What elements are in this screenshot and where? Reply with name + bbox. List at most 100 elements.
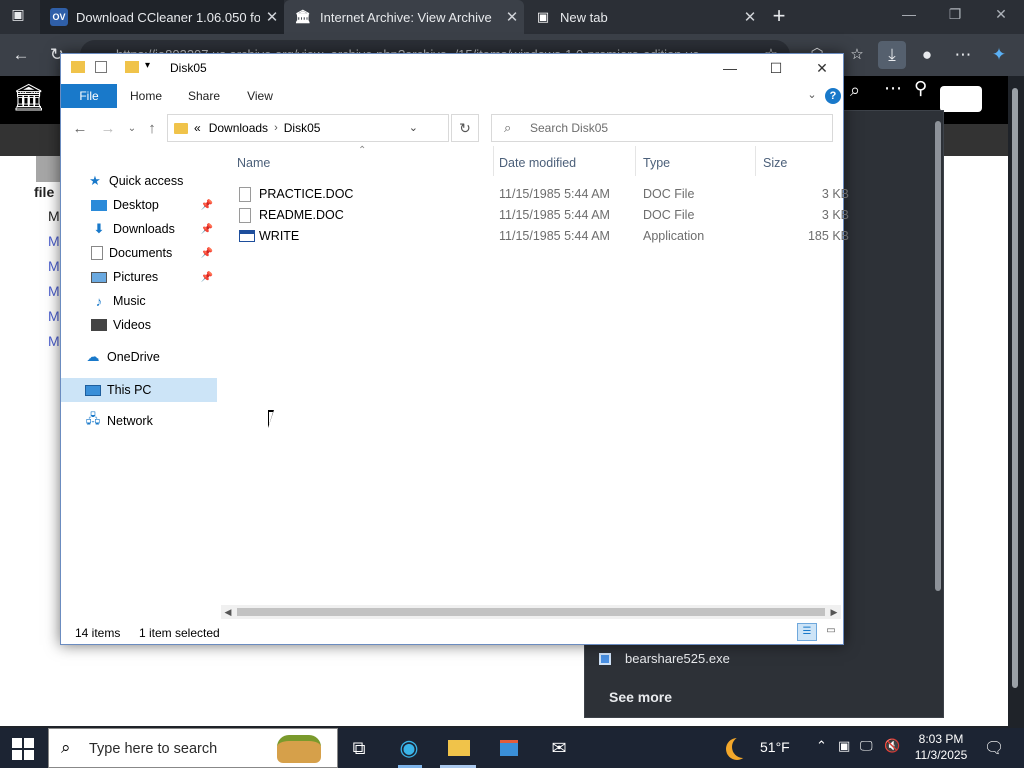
flyout-scrollbar[interactable] [935,121,941,591]
new-tab-button[interactable]: + [766,4,792,30]
column-divider[interactable] [635,146,636,176]
download-item[interactable]: bearshare525.exe [599,651,730,666]
tab-home[interactable]: Home [121,84,171,108]
meet-now-icon[interactable]: ▣ [838,738,850,754]
tab-actions-icon[interactable]: ▣ [6,6,30,28]
help-icon[interactable]: ? [825,88,841,104]
edge-browser-icon[interactable]: ◉ [394,734,424,762]
close-window-icon[interactable]: ✕ [986,6,1016,28]
mail-icon[interactable]: ✉ [544,734,574,762]
notifications-icon[interactable]: 🗨 [984,738,1004,758]
file-row[interactable]: README.DOC 11/15/1985 5:44 AM DOC File 3… [235,205,849,226]
up-icon[interactable]: ↑ [141,118,163,140]
horizontal-scrollbar[interactable]: ◀ ▶ [221,605,841,619]
tab-file[interactable]: File [61,84,117,108]
large-icons-view-icon[interactable]: ▭ [821,623,841,641]
tab-internet-archive[interactable]: 🏛 Internet Archive: View Archive ✕ [284,0,524,34]
chevron-down-icon[interactable]: ⌄ [409,121,418,134]
search-icon[interactable]: ⌕ [850,80,860,101]
file-link[interactable]: M [48,233,60,249]
ia-search-field[interactable] [940,86,982,112]
tab-new-tab[interactable]: ▣ New tab ✕ [524,0,762,34]
nav-network[interactable]: 🖧 Network [61,410,217,432]
favorites-icon[interactable]: ☆ [844,43,870,67]
weather-widget[interactable]: 51°F [732,736,790,758]
tab-ccleaner[interactable]: OV Download CCleaner 1.06.050 for W ✕ [40,0,284,34]
start-windows-icon[interactable] [12,738,34,760]
column-header-size[interactable]: Size [763,156,787,170]
more-icon[interactable]: ⋯ [884,78,902,99]
archive-logo-icon[interactable]: 🏛 [12,82,45,118]
file-row[interactable]: PRACTICE.DOC 11/15/1985 5:44 AM DOC File… [235,184,849,205]
scroll-left-icon[interactable]: ◀ [221,605,235,619]
details-view-icon[interactable]: ☰ [797,623,817,641]
file-link[interactable]: M [48,283,60,299]
breadcrumb-downloads[interactable]: Downloads [209,121,268,135]
scrollbar-thumb[interactable] [237,608,825,616]
volume-muted-icon[interactable]: 🔇 [884,738,900,754]
show-hidden-icons-icon[interactable]: ⌃ [816,738,827,754]
maximize-icon[interactable]: ☐ [759,58,793,78]
forward-icon[interactable]: → [97,118,119,140]
column-divider[interactable] [493,146,494,176]
nav-pictures[interactable]: Pictures 📌 [61,266,217,288]
column-header-name[interactable]: Name [237,156,270,170]
minimize-icon[interactable]: — [894,6,924,28]
search-input[interactable]: ⌕ Search Disk05 [491,114,833,142]
document-file-icon [239,208,251,223]
copilot-icon[interactable]: ✦ [986,43,1012,67]
nav-music[interactable]: ♪ Music [61,290,217,312]
column-divider[interactable] [755,146,756,176]
new-folder-icon[interactable] [125,61,139,73]
close-icon[interactable]: ✕ [260,8,284,26]
breadcrumb-disk05[interactable]: Disk05 [284,121,321,135]
file-row[interactable]: WRITE 11/15/1985 5:44 AM Application 185… [235,226,849,247]
store-icon[interactable] [494,734,524,762]
tab-view[interactable]: View [235,84,285,108]
address-bar[interactable]: « Downloads › Disk05 ⌄ [167,114,449,142]
back-icon[interactable]: ← [69,118,91,140]
pin-icon[interactable]: ⚲ [914,78,927,99]
file-link[interactable]: M [48,308,60,324]
nav-desktop[interactable]: Desktop 📌 [61,194,217,216]
page-scrollbar[interactable] [1008,76,1022,726]
file-link[interactable]: M [48,333,60,349]
file-explorer-icon[interactable] [444,734,474,762]
see-more-link[interactable]: See more [609,689,672,705]
nav-onedrive[interactable]: ☁ OneDrive [61,346,217,368]
nav-downloads[interactable]: ⬇ Downloads 📌 [61,218,217,240]
expand-ribbon-icon[interactable]: ⌄ [805,88,819,104]
task-view-icon[interactable]: ⧉ [344,734,374,762]
downloads-icon[interactable]: ⤓ [878,41,906,69]
nav-this-pc[interactable]: This PC [61,378,217,402]
refresh-icon[interactable]: ↻ [451,114,479,142]
nav-documents[interactable]: Documents 📌 [61,242,217,264]
file-link[interactable]: M [48,208,60,224]
profile-avatar-icon[interactable]: ● [914,43,940,67]
maximize-icon[interactable]: ❐ [940,6,970,28]
chevron-right-icon[interactable]: › [274,122,278,134]
column-header-date[interactable]: Date modified [499,156,576,170]
nav-videos[interactable]: Videos [61,314,217,336]
close-icon[interactable]: ✕ [500,8,524,26]
file-link[interactable]: M [48,258,60,274]
taskbar-search-input[interactable]: ⌕ Type here to search [48,728,338,768]
network-icon[interactable]: 🖵 [860,738,873,754]
more-options-icon[interactable]: ⋯ [950,43,976,67]
column-header-type[interactable]: Type [643,156,670,170]
scroll-right-icon[interactable]: ▶ [827,605,841,619]
customize-quick-access-icon[interactable]: ▾ [145,60,150,71]
nav-quick-access[interactable]: ★ Quick access [61,170,217,192]
tab-share[interactable]: Share [179,84,229,108]
back-icon[interactable]: ← [8,43,34,67]
breadcrumb-overflow[interactable]: « [194,121,201,135]
clock[interactable]: 8:03 PM 11/3/2025 [906,731,976,763]
time: 8:03 PM [918,732,964,746]
properties-icon[interactable] [95,61,107,73]
close-icon[interactable]: ✕ [738,8,762,26]
minimize-icon[interactable]: — [713,58,747,78]
application-icon [239,230,255,242]
close-icon[interactable]: ✕ [805,58,839,78]
download-arrow-icon: ⬇ [93,221,105,236]
recent-locations-icon[interactable]: ⌄ [121,118,143,140]
